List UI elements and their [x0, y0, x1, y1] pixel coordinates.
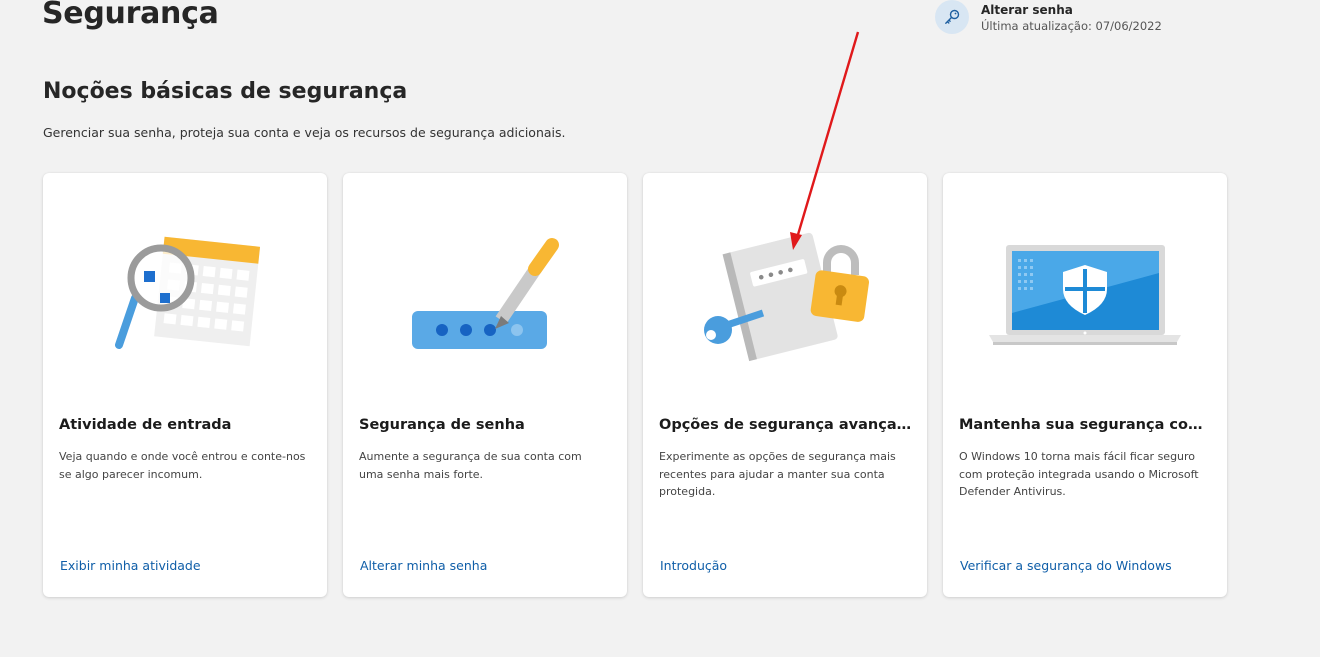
calendar-magnifier-icon [115, 236, 261, 349]
card-description: Experimente as opções de segurança mais … [659, 450, 896, 498]
notebook-lock-key-icon [704, 232, 870, 362]
change-password-widget[interactable]: Alterar senha Última atualização: 07/06/… [935, 0, 1162, 34]
card-title: Atividade de entrada [59, 417, 232, 433]
laptop-shield-icon [989, 245, 1181, 345]
page-title: Segurança [42, 0, 219, 31]
card-windows-security: Mantenha sua segurança com o Windows 10 … [943, 173, 1227, 597]
card-title: Mantenha sua segurança com o Windows 10 [959, 417, 1213, 433]
password-pen-icon [412, 238, 559, 349]
change-my-password-link[interactable]: Alterar minha senha [360, 558, 487, 573]
card-description: Aumente a segurança de sua conta com uma… [359, 450, 582, 481]
card-title: Opções de segurança avançadas [659, 417, 913, 433]
section-title: Noções básicas de segurança [43, 79, 408, 104]
card-sign-in-activity: Atividade de entrada Veja quando e onde … [43, 173, 327, 597]
view-my-activity-link[interactable]: Exibir minha atividade [60, 558, 201, 573]
change-password-title[interactable]: Alterar senha [981, 3, 1162, 17]
get-started-link[interactable]: Introdução [660, 558, 727, 573]
key-icon [935, 0, 969, 34]
password-last-update: Última atualização: 07/06/2022 [981, 19, 1162, 33]
card-description: Veja quando e onde você entrou e conte-n… [59, 450, 306, 481]
section-description: Gerenciar sua senha, proteja sua conta e… [43, 125, 566, 140]
card-advanced-security: Opções de segurança avançadas Experiment… [643, 173, 927, 597]
check-windows-security-link[interactable]: Verificar a segurança do Windows [960, 558, 1172, 573]
card-description: O Windows 10 torna mais fácil ficar segu… [959, 450, 1199, 498]
card-title: Segurança de senha [359, 417, 525, 433]
card-password-security: Segurança de senha Aumente a segurança d… [343, 173, 627, 597]
